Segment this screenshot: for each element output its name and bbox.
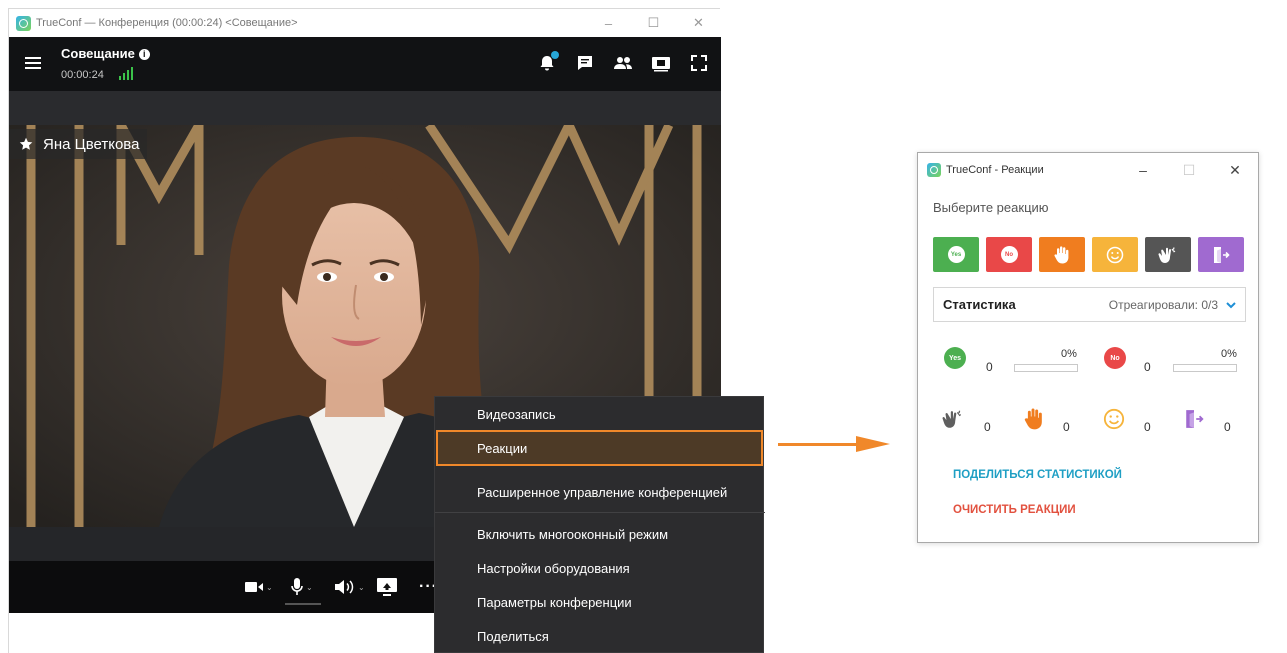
smile-icon <box>1103 408 1125 430</box>
smile-icon <box>1106 246 1124 263</box>
conference-timer: 00:00:24 <box>61 69 104 81</box>
reactions-window-title: TrueConf - Реакции <box>946 164 1044 176</box>
participant-name-tag: Яна Цветкова <box>9 129 148 159</box>
stat-no-bar <box>1173 364 1237 372</box>
chevron-down-icon: ⌄ <box>358 582 365 592</box>
conference-name: Совещание <box>61 46 135 61</box>
conference-title: Совещание i <box>61 46 150 61</box>
menu-icon[interactable] <box>25 57 41 69</box>
stat-raise-hand-count: 0 <box>1063 420 1070 434</box>
chevron-down-icon: ⌄ <box>266 582 273 592</box>
minimize-button[interactable]: – <box>1120 153 1166 187</box>
screen-share-icon <box>377 578 397 596</box>
trueconf-logo-icon <box>16 15 31 31</box>
stat-yes-count: 0 <box>986 360 993 374</box>
leave-icon <box>1214 246 1230 263</box>
reactions-titlebar: TrueConf - Реакции – ☐ ✕ <box>918 153 1258 187</box>
info-icon[interactable]: i <box>138 49 150 60</box>
microphone-icon <box>291 578 303 595</box>
raise-hand-icon <box>1024 408 1042 430</box>
participants-icon[interactable] <box>611 51 635 75</box>
menu-item-share[interactable]: Поделиться <box>435 619 765 653</box>
stat-leave-count: 0 <box>1224 420 1231 434</box>
statistics-title: Статистика <box>943 297 1016 312</box>
menu-item-multiwindow[interactable]: Включить многооконный режим <box>435 517 765 551</box>
screenshot: TrueConf — Конференция (00:00:24) <Совещ… <box>0 0 1287 653</box>
reaction-applause-button[interactable] <box>1145 237 1191 272</box>
menu-item-reactions[interactable]: Реакции <box>436 430 763 466</box>
reaction-yes-button[interactable]: Yes <box>933 237 979 272</box>
stat-applause-count: 0 <box>984 420 991 434</box>
stat-yes-bar <box>1014 364 1078 372</box>
screen-share-control[interactable] <box>377 577 397 597</box>
minimize-button[interactable]: – <box>586 9 631 37</box>
clear-reactions-link[interactable]: ОЧИСТИТЬ РЕАКЦИИ <box>953 504 1076 516</box>
microphone-control[interactable]: ⌄ <box>291 577 313 597</box>
trueconf-logo-icon <box>927 163 941 177</box>
window-title: TrueConf — Конференция (00:00:24) <Совещ… <box>36 17 298 29</box>
menu-item-advanced-control[interactable]: Расширенное управление конференцией <box>435 475 765 509</box>
no-icon: No <box>1000 246 1018 263</box>
chevron-down-icon[interactable] <box>1225 299 1237 311</box>
statistics-header[interactable]: Статистика Отреагировали: 0/3 <box>933 287 1246 322</box>
stat-smile-count: 0 <box>1144 420 1151 434</box>
raise-hand-icon <box>1054 245 1069 263</box>
stat-no-percent: 0% <box>1221 348 1237 360</box>
bell-icon[interactable] <box>535 51 559 75</box>
maximize-button: ☐ <box>1182 161 1196 178</box>
chevron-down-icon: ⌄ <box>306 582 313 592</box>
arrow-icon <box>778 443 858 446</box>
leave-icon <box>1186 410 1204 428</box>
reacted-count: Отреагировали: 0/3 <box>1108 297 1218 312</box>
reaction-no-button[interactable]: No <box>986 237 1032 272</box>
stat-yes-percent: 0% <box>1061 348 1077 360</box>
maximize-button[interactable]: ☐ <box>631 9 676 37</box>
yes-icon: Yes <box>947 246 965 263</box>
no-icon: No <box>1104 347 1126 369</box>
reaction-buttons: Yes No <box>933 237 1244 272</box>
speaker-control[interactable]: ⌄ <box>335 577 365 597</box>
reaction-smile-button[interactable] <box>1092 237 1138 272</box>
menu-item-recording[interactable]: Видеозапись <box>435 397 765 431</box>
star-icon <box>19 137 33 150</box>
conference-header: Совещание i 00:00:24 <box>9 37 721 91</box>
more-options-menu: Видеозапись Реакции Расширенное управлен… <box>434 396 765 653</box>
reactions-window: TrueConf - Реакции – ☐ ✕ Выберите реакци… <box>917 152 1259 543</box>
reactions-prompt: Выберите реакцию <box>933 200 1049 215</box>
applause-icon <box>1158 246 1176 263</box>
menu-item-device-settings[interactable]: Настройки оборудования <box>435 551 765 585</box>
share-statistics-link[interactable]: ПОДЕЛИТЬСЯ СТАТИСТИКОЙ <box>953 469 1122 481</box>
close-button[interactable]: ✕ <box>676 9 721 37</box>
arrow-head-icon <box>856 436 890 452</box>
close-button[interactable]: ✕ <box>1212 153 1258 187</box>
window-titlebar: TrueConf — Конференция (00:00:24) <Совещ… <box>9 9 721 37</box>
reaction-raise-hand-button[interactable] <box>1039 237 1085 272</box>
signal-strength-icon <box>119 67 133 80</box>
stat-no: No <box>1104 347 1126 369</box>
chat-icon[interactable] <box>573 51 597 75</box>
speaker-icon <box>335 580 354 594</box>
fullscreen-icon[interactable] <box>687 51 711 75</box>
stat-no-count: 0 <box>1144 360 1151 374</box>
yes-icon: Yes <box>944 347 966 369</box>
layout-icon[interactable] <box>649 51 673 75</box>
stat-yes: Yes <box>944 347 966 369</box>
camera-control[interactable]: ⌄ <box>245 577 273 597</box>
applause-icon <box>942 410 962 428</box>
participant-name: Яна Цветкова <box>43 135 140 153</box>
reaction-leave-button[interactable] <box>1198 237 1244 272</box>
menu-item-conference-params[interactable]: Параметры конференции <box>435 585 765 619</box>
camera-icon <box>245 582 263 592</box>
